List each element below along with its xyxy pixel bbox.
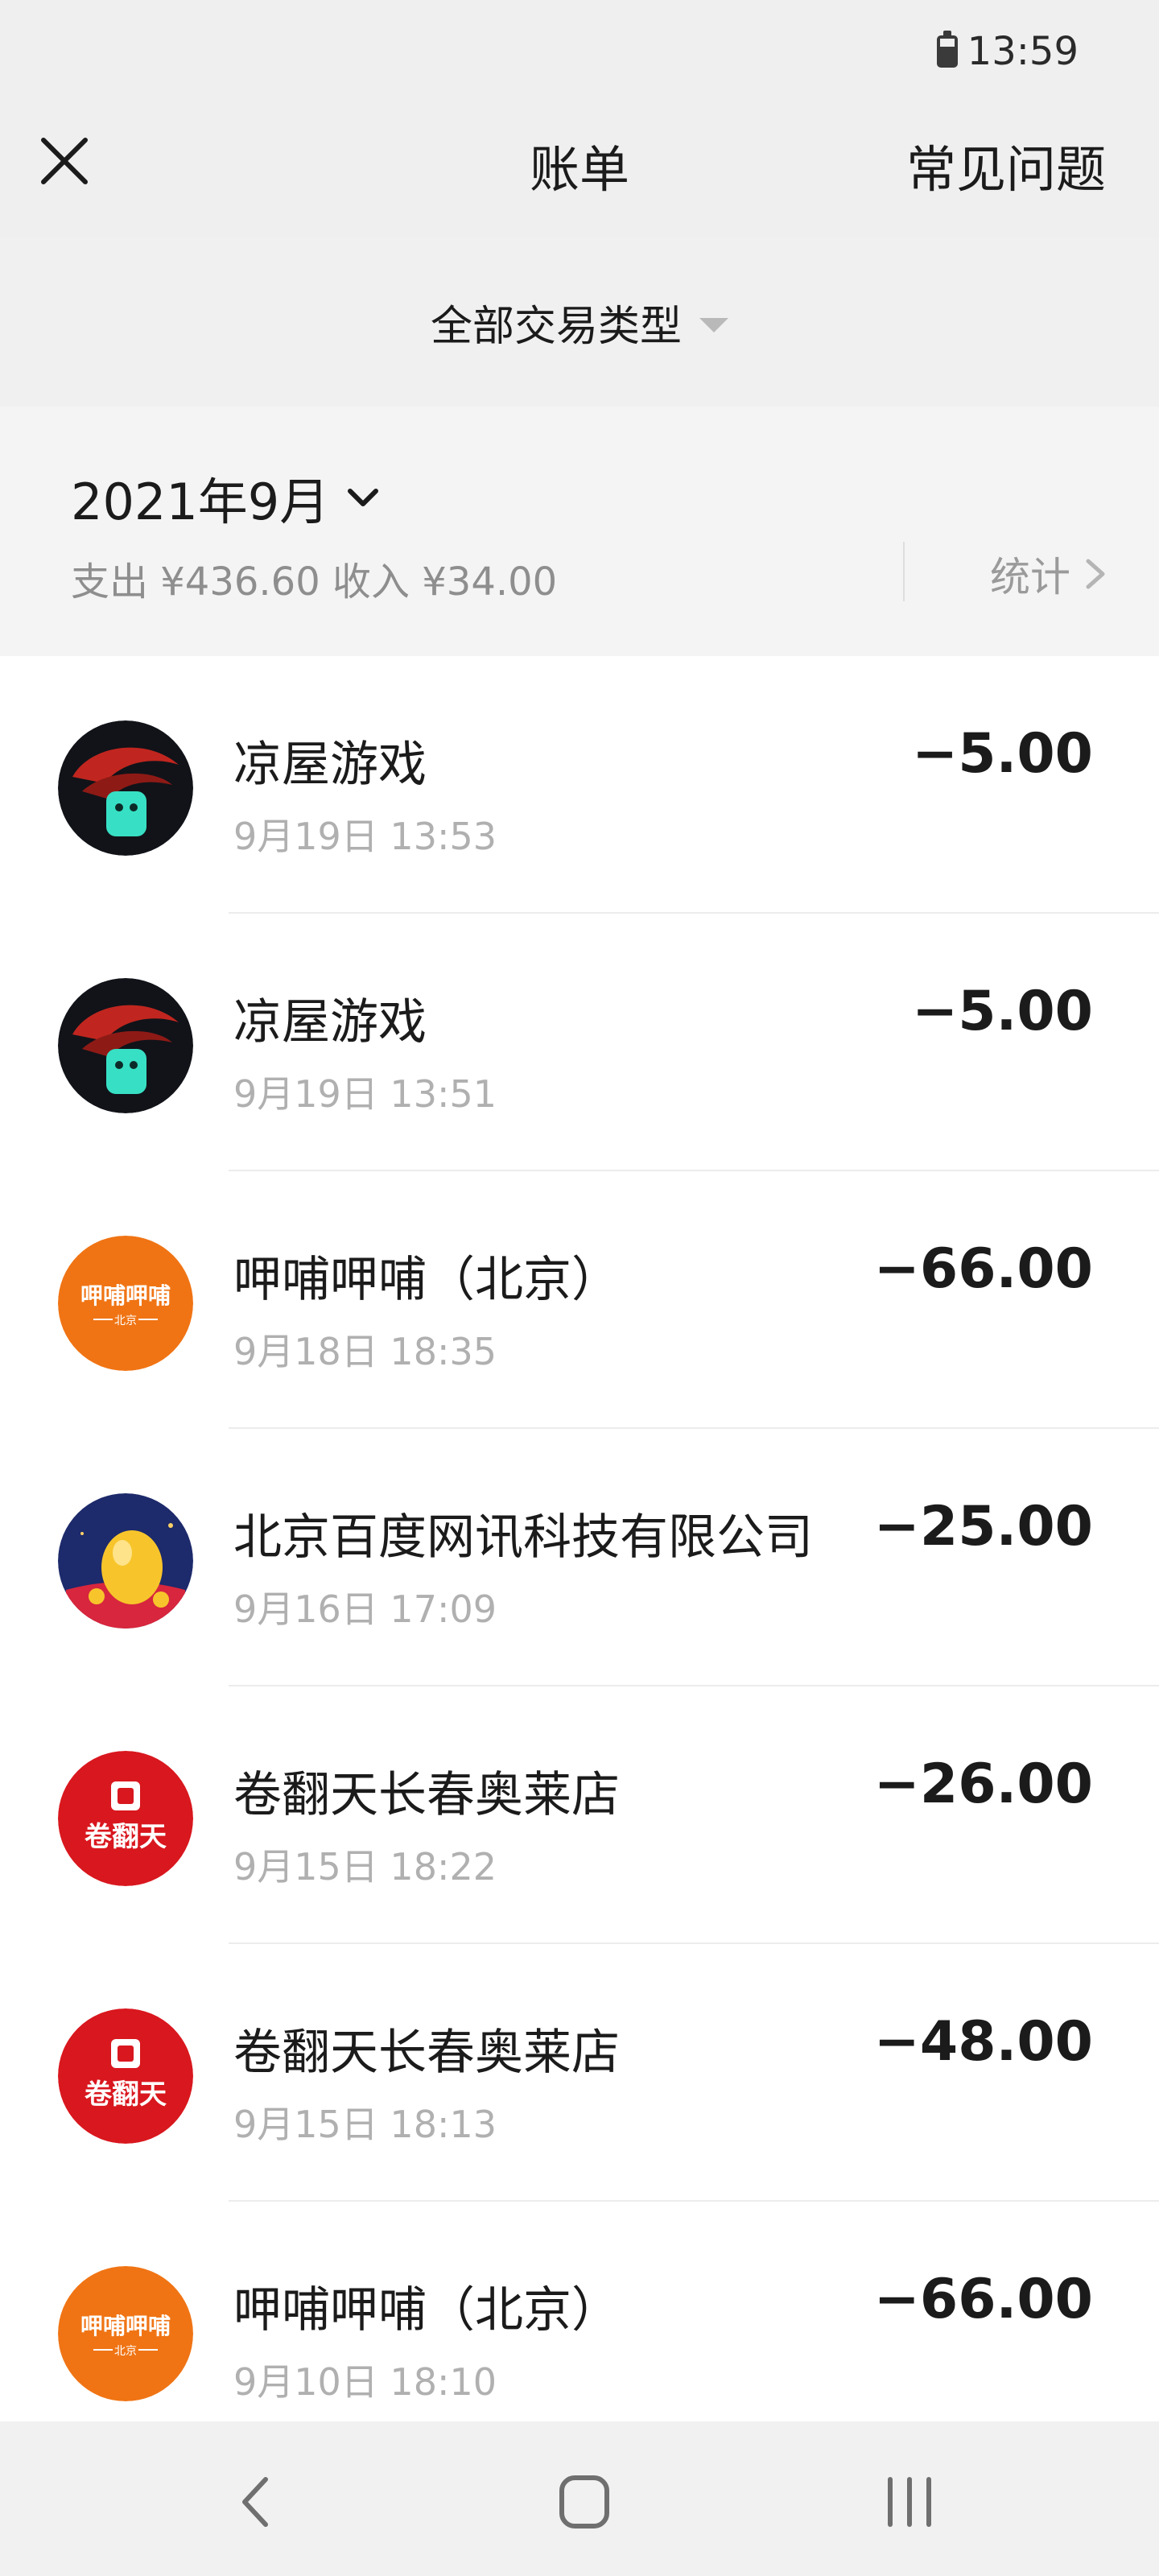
chevron-right-icon [1086,559,1105,589]
back-icon [242,2477,268,2527]
merchant-name: 呷哺呷哺（北京） [233,1252,620,1308]
transaction-amount: −66.00 [873,2268,1093,2331]
transaction-amount: −66.00 [873,1237,1093,1301]
faq-button[interactable]: 常见问题 [906,129,1106,201]
home-button[interactable] [544,2470,625,2534]
home-icon [559,2475,609,2529]
chevron-down-icon [348,489,379,506]
stats-label: 统计 [990,554,1070,601]
transaction-amount: −48.00 [873,2010,1093,2074]
system-nav-bar [0,2421,1159,2576]
merchant-name: 北京百度网讯科技有限公司 [233,1509,813,1566]
transaction-item[interactable]: 北京百度网讯科技有限公司 9月16日 17:09 −25.00 [0,1429,1159,1686]
month-summary: 支出 ¥436.60 收入 ¥34.00 [71,559,558,605]
xiabu-logo-text: 呷哺呷哺 [80,1282,171,1309]
transaction-time: 9月19日 13:51 [233,1072,497,1116]
filter-label: 全部交易类型 [430,302,682,351]
transaction-time: 9月15日 18:13 [233,2103,497,2146]
recent-apps-icon [888,2477,931,2527]
transaction-list: 凉屋游戏 9月19日 13:53 −5.00 凉屋游戏 9月19日 13:51 … [0,656,1159,2459]
stats-button[interactable]: 统计 [990,545,1109,603]
juanfantian-logo-text: 卷翻天 [85,2079,167,2111]
back-button[interactable] [217,2470,298,2534]
transaction-time: 9月18日 18:35 [233,1330,497,1373]
transaction-item[interactable]: 凉屋游戏 9月19日 13:53 −5.00 [0,656,1159,914]
nav-bar: 账单 常见问题 [0,105,1159,237]
month-picker[interactable]: 2021年9月 [71,461,382,534]
recent-apps-button[interactable] [869,2470,950,2534]
xiabu-logo-sub: 北京 [114,1315,137,1327]
game-avatar-icon [58,720,193,856]
transaction-time: 9月19日 13:53 [233,815,497,858]
battery-icon [936,31,958,68]
transaction-item[interactable]: 凉屋游戏 9月19日 13:51 −5.00 [0,914,1159,1171]
dropdown-triangle-icon [699,318,728,332]
game-avatar-icon [58,978,193,1113]
transaction-item[interactable]: 卷翻天 卷翻天长春奥莱店 9月15日 18:13 −48.00 [0,1944,1159,2202]
xiabu-logo-icon: 呷哺呷哺 北京 [58,2266,193,2401]
merchant-name: 凉屋游戏 [233,994,427,1051]
status-bar: 13:59 [0,0,1159,105]
divider [903,542,905,601]
xiabu-logo-text: 呷哺呷哺 [80,2313,171,2339]
juanfantian-logo-text: 卷翻天 [85,1821,167,1853]
filter-bar: 全部交易类型 [0,237,1159,407]
transaction-item[interactable]: 呷哺呷哺 北京 呷哺呷哺（北京） 9月10日 18:10 −66.00 [0,2202,1159,2459]
transaction-item[interactable]: 卷翻天 卷翻天长春奥莱店 9月15日 18:22 −26.00 [0,1686,1159,1944]
transaction-amount: −25.00 [873,1495,1093,1558]
month-section: 2021年9月 支出 ¥436.60 收入 ¥34.00 统计 [0,407,1159,656]
transaction-time: 9月10日 18:10 [233,2360,497,2404]
xiabu-logo-sub: 北京 [114,2345,137,2358]
transaction-type-filter[interactable]: 全部交易类型 [431,292,728,353]
baidu-egg-avatar-icon [58,1493,193,1629]
transaction-amount: −26.00 [873,1752,1093,1816]
merchant-name: 呷哺呷哺（北京） [233,2282,620,2339]
status-time: 13:59 [967,29,1079,74]
transaction-time: 9月16日 17:09 [233,1587,497,1631]
transaction-amount: −5.00 [912,980,1093,1043]
juanfantian-logo-icon: 卷翻天 [58,2008,193,2144]
transaction-amount: −5.00 [912,722,1093,786]
merchant-name: 卷翻天长春奥莱店 [233,2025,620,2081]
status-right: 13:59 [936,29,1079,74]
merchant-name: 凉屋游戏 [233,737,427,793]
xiabu-logo-icon: 呷哺呷哺 北京 [58,1236,193,1371]
merchant-name: 卷翻天长春奥莱店 [233,1767,620,1823]
transaction-item[interactable]: 呷哺呷哺 北京 呷哺呷哺（北京） 9月18日 18:35 −66.00 [0,1171,1159,1429]
juanfantian-logo-icon: 卷翻天 [58,1751,193,1886]
transaction-time: 9月15日 18:22 [233,1845,497,1889]
month-label: 2021年9月 [71,473,330,531]
